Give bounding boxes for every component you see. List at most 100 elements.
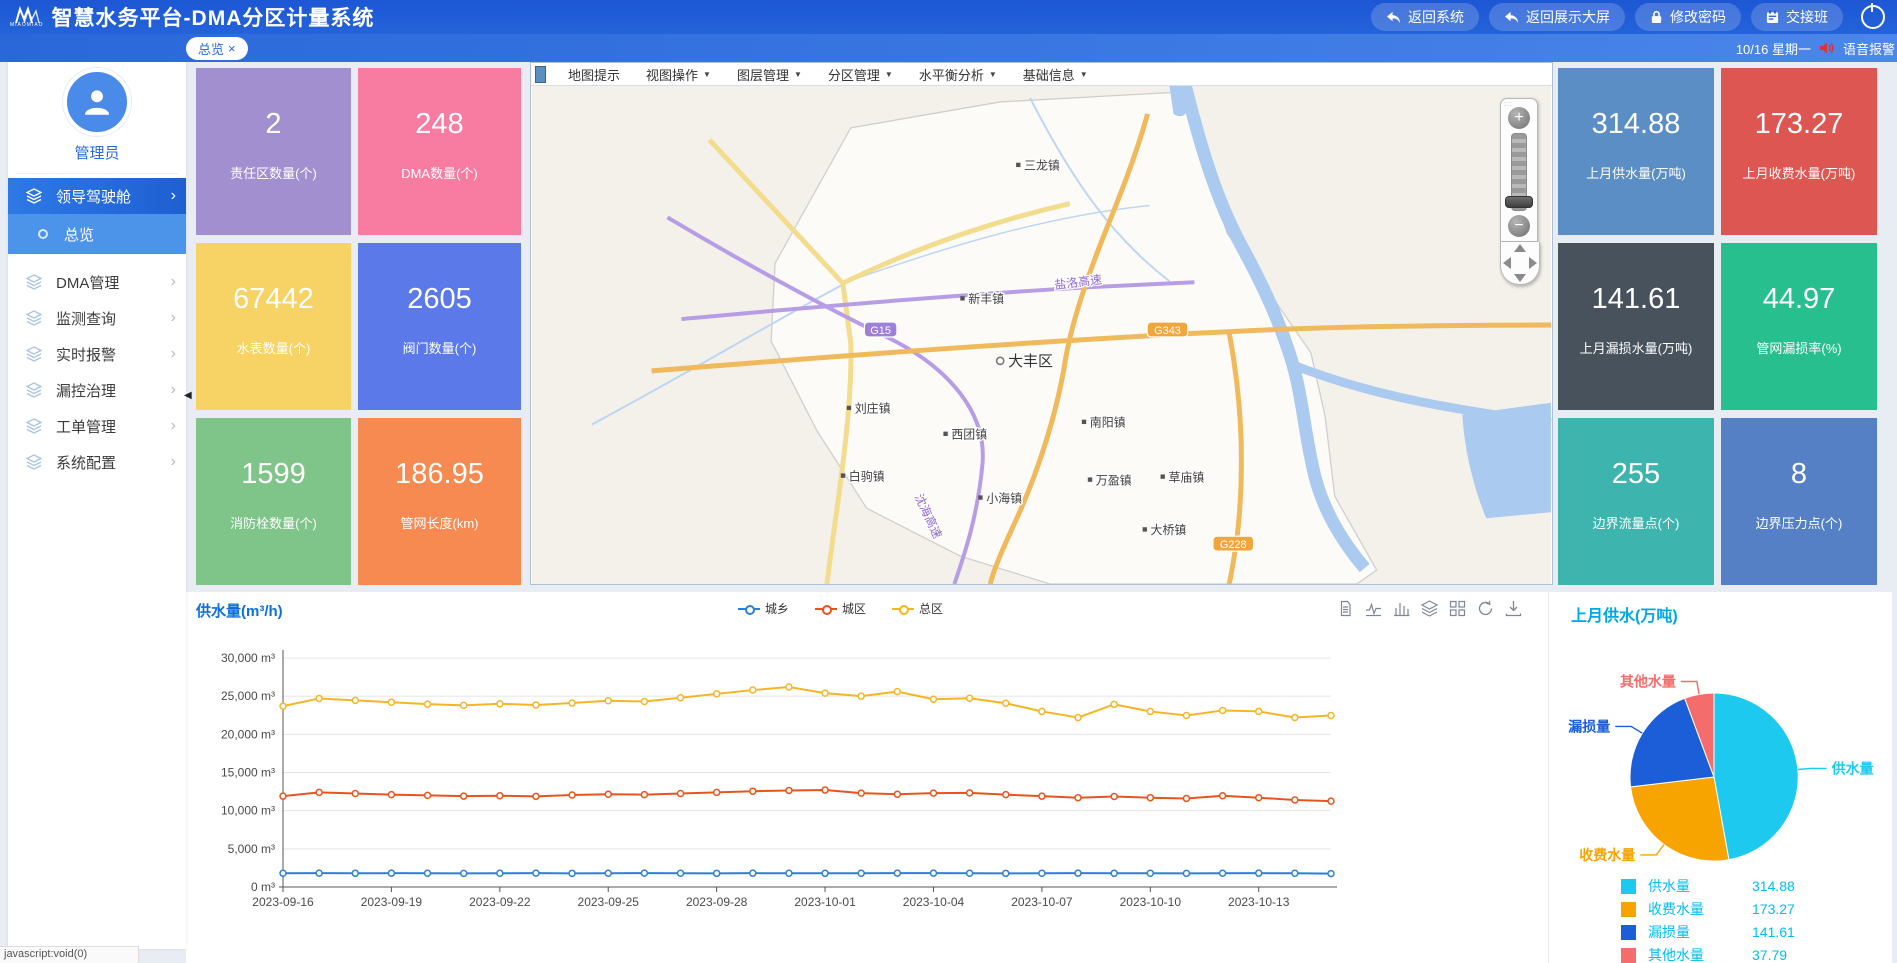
pie-legend-row[interactable]: 漏损量141.61 [1621, 922, 1795, 942]
data-point[interactable] [894, 689, 900, 695]
map-image[interactable]: 盐洛高速沈海高速G15G343G228三龙镇新丰镇大丰区刘庄镇西团镇南阳镇白驹镇… [531, 86, 1552, 584]
data-point[interactable] [316, 870, 322, 876]
pie-legend-row[interactable]: 供水量314.88 [1621, 876, 1795, 896]
data-point[interactable] [316, 695, 322, 701]
data-point[interactable] [822, 690, 828, 696]
data-point[interactable] [1147, 708, 1153, 714]
data-point[interactable] [497, 793, 503, 799]
data-point[interactable] [822, 787, 828, 793]
map-canvas[interactable]: 盐洛高速沈海高速G15G343G228三龙镇新丰镇大丰区刘庄镇西团镇南阳镇白驹镇… [531, 86, 1552, 584]
town-label[interactable]: 大桥镇 [1151, 523, 1187, 537]
data-point[interactable] [1147, 795, 1153, 801]
data-point[interactable] [533, 702, 539, 708]
sidebar-item-dma[interactable]: DMA管理 › [8, 264, 186, 300]
town-marker[interactable] [847, 406, 851, 410]
data-point[interactable] [569, 700, 575, 706]
return-system-button[interactable]: 返回系统 [1371, 3, 1479, 31]
data-point[interactable] [497, 870, 503, 876]
town-label[interactable]: 小海镇 [986, 490, 1022, 505]
sidebar-item-monitor-query[interactable]: 监测查询 › [8, 300, 186, 336]
town-label[interactable]: 草庙镇 [1168, 470, 1204, 484]
restore-icon[interactable] [1477, 600, 1494, 617]
data-point[interactable] [605, 698, 611, 704]
town-label[interactable]: 南阳镇 [1090, 415, 1126, 430]
data-point[interactable] [316, 789, 322, 795]
town-marker[interactable] [943, 432, 947, 436]
tiled-icon[interactable] [1449, 600, 1466, 617]
data-point[interactable] [1183, 870, 1189, 876]
data-point[interactable] [280, 870, 286, 876]
data-point[interactable] [1075, 715, 1081, 721]
district-label[interactable]: 大丰区 [1008, 353, 1053, 370]
supply-line-chart[interactable]: 0 m³5,000 m³10,000 m³15,000 m³20,000 m³2… [186, 592, 1548, 963]
data-point[interactable] [894, 791, 900, 797]
town-marker[interactable] [841, 473, 845, 477]
data-point[interactable] [533, 870, 539, 876]
zoom-slider[interactable] [1511, 133, 1527, 211]
data-point[interactable] [1292, 797, 1298, 803]
series-line-总区[interactable] [283, 687, 1331, 718]
data-point[interactable] [1220, 707, 1226, 713]
zoom-slider-thumb[interactable] [1505, 196, 1533, 208]
voice-alarm-label[interactable]: 语音报警 [1843, 39, 1895, 58]
change-password-button[interactable]: 修改密码 [1635, 3, 1741, 31]
town-label[interactable]: 新丰镇 [968, 291, 1004, 306]
data-point[interactable] [1328, 871, 1334, 877]
map-menu-tips[interactable]: 地图提示 [568, 65, 620, 84]
town-marker[interactable] [1082, 420, 1086, 424]
stack-icon[interactable] [1421, 600, 1438, 617]
dataview-icon[interactable] [1337, 600, 1354, 617]
pan-left-button[interactable] [1503, 257, 1511, 269]
data-point[interactable] [641, 792, 647, 798]
data-point[interactable] [750, 687, 756, 693]
data-point[interactable] [280, 793, 286, 799]
sidebar-item-workorder[interactable]: 工单管理 › [8, 408, 186, 444]
bartype-icon[interactable] [1393, 600, 1410, 617]
legend-item-城乡[interactable]: 城乡 [738, 600, 789, 617]
data-point[interactable] [858, 790, 864, 796]
data-point[interactable] [1111, 870, 1117, 876]
data-point[interactable] [1039, 870, 1045, 876]
data-point[interactable] [930, 696, 936, 702]
data-point[interactable] [1183, 712, 1189, 718]
tab-close-icon[interactable]: × [228, 41, 236, 56]
data-point[interactable] [1147, 870, 1153, 876]
data-point[interactable] [1292, 715, 1298, 721]
data-point[interactable] [786, 870, 792, 876]
linetype-icon[interactable] [1365, 600, 1382, 617]
data-point[interactable] [425, 701, 431, 707]
data-point[interactable] [533, 793, 539, 799]
data-point[interactable] [388, 870, 394, 876]
pie-slice-供水量[interactable] [1714, 693, 1798, 860]
map-menu-basicinfo[interactable]: 基础信息▼ [1023, 65, 1088, 84]
data-point[interactable] [425, 870, 431, 876]
pie-slice-收费水量[interactable] [1631, 777, 1729, 861]
data-point[interactable] [425, 792, 431, 798]
town-label[interactable]: 西团镇 [951, 428, 987, 442]
sidebar-item-leak-control[interactable]: 漏控治理 › [8, 372, 186, 408]
data-point[interactable] [1183, 795, 1189, 801]
data-point[interactable] [461, 870, 467, 876]
map-menu-waterbalance[interactable]: 水平衡分析▼ [919, 65, 997, 84]
return-bigscreen-button[interactable]: 返回展示大屏 [1489, 3, 1625, 31]
data-point[interactable] [930, 790, 936, 796]
data-point[interactable] [1220, 870, 1226, 876]
data-point[interactable] [894, 870, 900, 876]
data-point[interactable] [1039, 708, 1045, 714]
data-point[interactable] [858, 693, 864, 699]
data-point[interactable] [678, 790, 684, 796]
data-point[interactable] [967, 790, 973, 796]
data-point[interactable] [967, 870, 973, 876]
town-label[interactable]: 三龙镇 [1024, 159, 1060, 173]
data-point[interactable] [786, 787, 792, 793]
data-point[interactable] [967, 695, 973, 701]
data-point[interactable] [352, 697, 358, 703]
data-point[interactable] [750, 870, 756, 876]
data-point[interactable] [1220, 793, 1226, 799]
data-point[interactable] [1292, 870, 1298, 876]
map-menu-partition[interactable]: 分区管理▼ [828, 65, 893, 84]
data-point[interactable] [714, 691, 720, 697]
data-point[interactable] [569, 792, 575, 798]
pan-up-button[interactable] [1514, 244, 1526, 252]
data-point[interactable] [605, 870, 611, 876]
